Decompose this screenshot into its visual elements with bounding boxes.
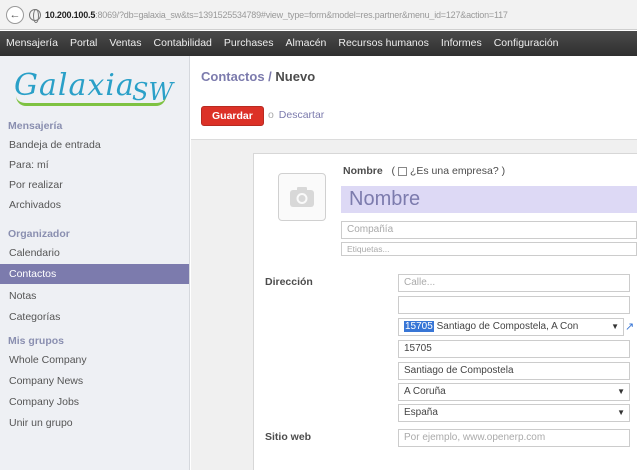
company-input[interactable]: Compañía — [341, 221, 637, 239]
sidebar-item-bandeja[interactable]: Bandeja de entrada — [0, 135, 189, 155]
menu-almacen[interactable]: Almacén — [280, 31, 333, 56]
dropdown-arrow-icon: ▼ — [611, 322, 619, 331]
section-mis-grupos: Mis grupos — [8, 335, 65, 347]
menu-configuracion[interactable]: Configuración — [488, 31, 565, 56]
is-company-label: ¿Es una empresa? — [409, 165, 499, 177]
sidebar-item-unir-grupo[interactable]: Unir un grupo — [0, 413, 189, 433]
country-select[interactable]: España ▼ — [398, 404, 630, 422]
menu-purchases[interactable]: Purchases — [218, 31, 280, 56]
sidebar-item-contactos[interactable]: Contactos — [0, 264, 189, 284]
menu-ventas[interactable]: Ventas — [103, 31, 147, 56]
zip-city-rest: Santiago de Compostela, A Con — [433, 321, 579, 332]
photo-placeholder[interactable] — [278, 173, 326, 221]
zip-input[interactable]: 15705 — [398, 340, 630, 358]
is-company-checkbox[interactable] — [397, 166, 407, 176]
url-field[interactable]: 10.200.100.5:8069/?db=galaxia_sw&ts=1391… — [45, 10, 508, 20]
sidebar-item-categorias[interactable]: Categorías — [0, 307, 189, 327]
sidebar: Galaxia SW Mensajería Bandeja de entrada… — [0, 56, 190, 470]
external-link-icon[interactable]: ↗ — [625, 320, 634, 333]
breadcrumb-separator: / — [264, 69, 276, 84]
url-host: 10.200.100.5 — [45, 9, 96, 20]
name-label-row: Nombre (¿Es una empresa? ) — [343, 165, 506, 177]
sidebar-item-notas[interactable]: Notas — [0, 286, 189, 306]
or-text: o — [268, 109, 274, 121]
name-label: Nombre — [343, 165, 383, 177]
country-value: España — [404, 407, 438, 418]
browser-address-bar: ← 10.200.100.5:8069/?db=galaxia_sw&ts=13… — [0, 0, 637, 30]
menu-mensajeria[interactable]: Mensajería — [0, 31, 64, 56]
menu-portal[interactable]: Portal — [64, 31, 103, 56]
city-input[interactable]: Santiago de Compostela — [398, 362, 630, 380]
sidebar-item-company-jobs[interactable]: Company Jobs — [0, 392, 189, 412]
logo-swoosh — [16, 96, 166, 106]
address-label: Dirección — [265, 276, 313, 288]
menu-contabilidad[interactable]: Contabilidad — [148, 31, 218, 56]
back-arrow-icon[interactable]: ← — [6, 5, 24, 24]
company-logo[interactable]: Galaxia SW — [8, 66, 184, 110]
dropdown-arrow-icon: ▼ — [617, 387, 625, 396]
zip-city-select[interactable]: 15705 Santiago de Compostela, A Con ▼ — [398, 318, 624, 336]
section-organizador: Organizador — [8, 228, 70, 240]
breadcrumb: Contactos / Nuevo — [201, 69, 315, 84]
discard-button[interactable]: Descartar — [279, 109, 325, 121]
zip-city-zip: 15705 — [404, 321, 434, 332]
sidebar-item-calendario[interactable]: Calendario — [0, 243, 189, 263]
website-input[interactable]: Por ejemplo, www.openerp.com — [398, 429, 630, 447]
sidebar-item-whole-company[interactable]: Whole Company — [0, 350, 189, 370]
top-menu: Mensajería Portal Ventas Contabilidad Pu… — [0, 31, 637, 56]
dropdown-arrow-icon: ▼ — [617, 408, 625, 417]
sidebar-item-por-realizar[interactable]: Por realizar — [0, 175, 189, 195]
menu-recursos-humanos[interactable]: Recursos humanos — [332, 31, 434, 56]
globe-icon — [29, 8, 41, 23]
sidebar-item-company-news[interactable]: Company News — [0, 371, 189, 391]
street-input[interactable]: Calle... — [398, 274, 630, 292]
state-value: A Coruña — [404, 386, 446, 397]
name-input[interactable]: Nombre — [341, 186, 637, 213]
sidebar-item-para-mi[interactable]: Para: mí — [0, 155, 189, 175]
street2-input[interactable] — [398, 296, 630, 314]
discard-link-wrap: o Descartar — [268, 109, 324, 121]
main-content: Contactos / Nuevo Guardar o Descartar No… — [191, 56, 637, 470]
section-mensajeria: Mensajería — [8, 120, 63, 132]
breadcrumb-parent[interactable]: Contactos — [201, 69, 265, 84]
breadcrumb-current: Nuevo — [275, 69, 316, 84]
website-label: Sitio web — [265, 431, 312, 443]
sidebar-item-archivados[interactable]: Archivados — [0, 195, 189, 215]
state-select[interactable]: A Coruña ▼ — [398, 383, 630, 401]
tags-input[interactable]: Etiquetas... — [341, 242, 637, 256]
menu-informes[interactable]: Informes — [435, 31, 488, 56]
camera-icon — [290, 187, 314, 207]
save-button[interactable]: Guardar — [201, 106, 264, 126]
url-path: :8069/?db=galaxia_sw&ts=1391525534789#vi… — [95, 9, 508, 20]
